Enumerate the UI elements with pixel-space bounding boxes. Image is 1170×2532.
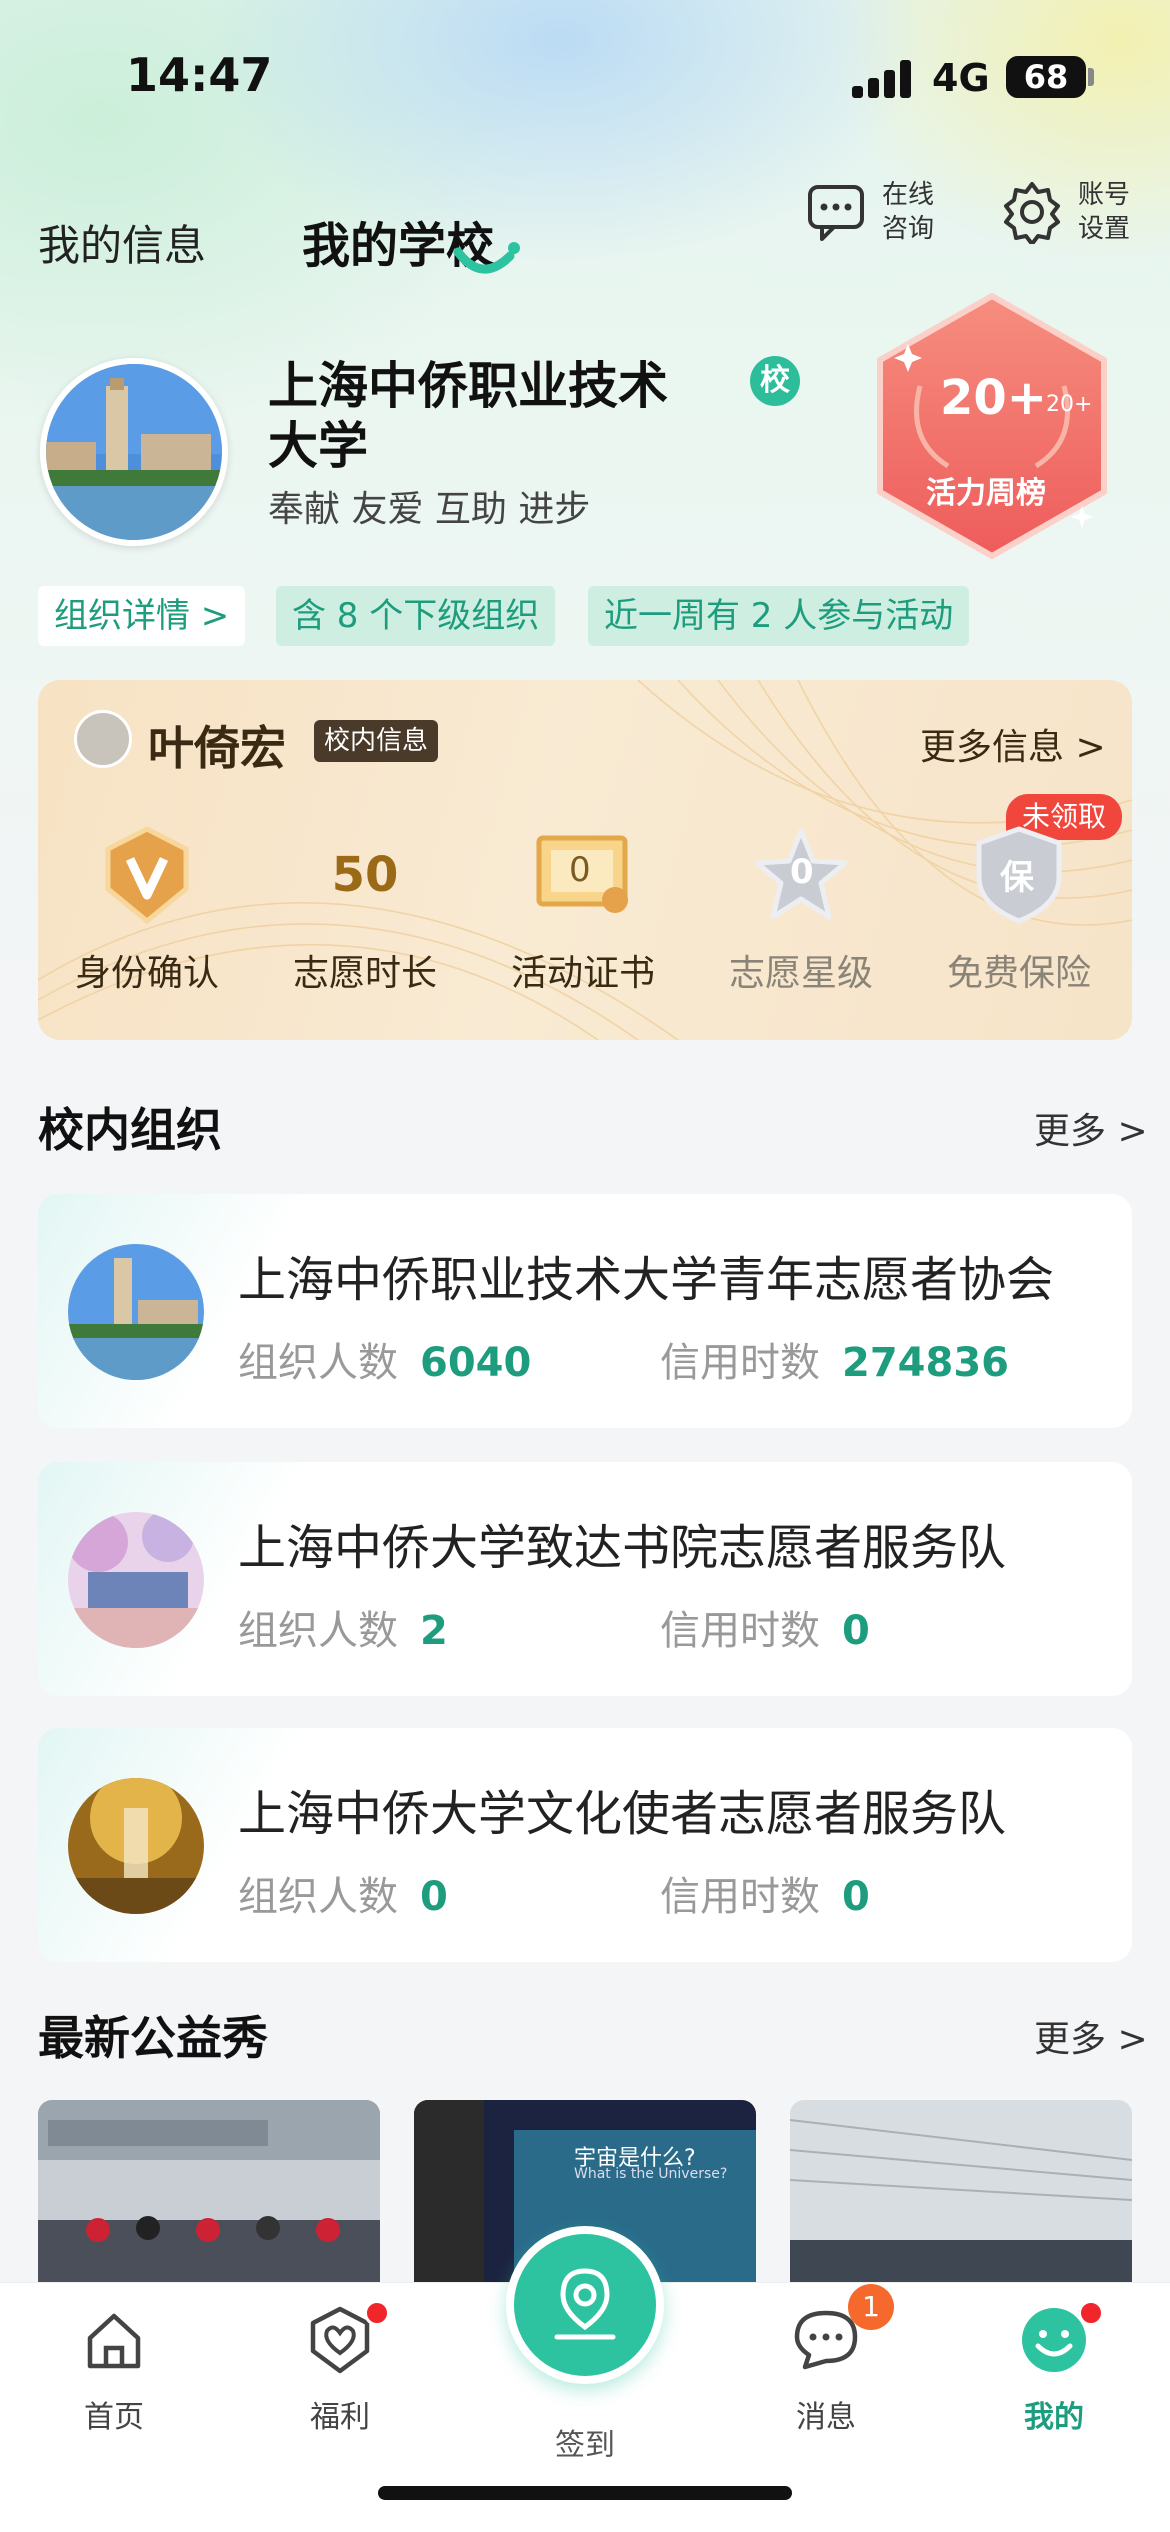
tab-messages[interactable]: 1 消息 [756, 2284, 896, 2436]
tab-welfare[interactable]: 福利 [270, 2300, 410, 2436]
week-active-chip[interactable]: 近一周有 2 人参与活动 [588, 586, 970, 646]
org-hours: 信用时数 0 [660, 1598, 870, 1656]
school-verified-badge: 校 [750, 356, 800, 406]
org-hours-label: 信用时数 [660, 1340, 820, 1386]
gear-icon [1004, 182, 1060, 244]
stat-insurance[interactable]: 保 免费保险 [910, 820, 1128, 996]
consult-label-1: 在线 [882, 180, 935, 210]
checkin-button[interactable] [506, 2226, 664, 2384]
messages-badge: 1 [848, 2284, 894, 2330]
stat-star-level[interactable]: 0 志愿星级 [692, 820, 910, 996]
org-hours-value: 0 [842, 1874, 870, 1920]
stat-hours-label: 志愿时长 [292, 953, 437, 994]
org-name: 上海中侨职业技术大学青年志愿者协会 [238, 1252, 1055, 1308]
stat-identity[interactable]: 身份确认 [38, 820, 256, 996]
org-avatar [68, 1244, 204, 1380]
tab-active-smile-icon [453, 242, 520, 274]
school-name: 上海中侨职业技术大学 [268, 357, 668, 475]
school-avatar[interactable] [40, 358, 228, 546]
status-time: 14:47 [126, 48, 273, 102]
account-settings-button[interactable]: 账号 设置 [1000, 178, 1138, 246]
stat-certificate-value: 0 [569, 850, 591, 890]
org-people: 组织人数 6040 [238, 1330, 531, 1388]
stat-hours[interactable]: 50 志愿时长 [256, 820, 474, 996]
stat-identity-label: 身份确认 [74, 953, 219, 994]
vitality-rank-value: 20+ [940, 370, 1048, 426]
org-people-value: 6040 [420, 1340, 532, 1386]
location-pin-icon [554, 2268, 616, 2340]
org-avatar [68, 1512, 204, 1648]
show-image[interactable] [38, 2100, 380, 2290]
tab-home[interactable]: 首页 [44, 2300, 184, 2436]
org-hours: 信用时数 0 [660, 1864, 870, 1922]
org-avatar [68, 1778, 204, 1914]
org-people-label: 组织人数 [238, 1340, 398, 1386]
consult-label-2: 咨询 [882, 214, 935, 244]
school-motto: 奉献 友爱 互助 进步 [268, 489, 591, 530]
org-people: 组织人数 0 [238, 1864, 448, 1922]
stat-insurance-label: 免费保险 [946, 953, 1091, 994]
home-icon [87, 2313, 141, 2369]
tab-mine-label: 我的 [1024, 2400, 1084, 2435]
mine-notification-dot [1078, 2300, 1104, 2326]
org-hours: 信用时数 274836 [660, 1330, 1009, 1388]
V-badge-icon [105, 826, 189, 925]
settings-label-2: 设置 [1078, 214, 1131, 244]
stat-insurance-glyph: 保 [1000, 858, 1034, 898]
tab-my-info[interactable]: 我的信息 [38, 212, 206, 273]
stat-certificate-label: 活动证书 [510, 953, 655, 994]
more-info-link[interactable]: 更多信息 > [920, 718, 1106, 770]
org-card[interactable]: 上海中侨大学文化使者志愿者服务队 组织人数 0 信用时数 0 [38, 1728, 1132, 1962]
tab-welfare-label: 福利 [310, 2400, 370, 2435]
checkin-label: 签到 [555, 2428, 615, 2463]
vitality-rank-label: 活力周榜 [926, 476, 1046, 511]
sub-orgs-chip[interactable]: 含 8 个下级组织 [276, 586, 556, 646]
org-hours-value: 0 [842, 1608, 870, 1654]
battery-cap [1088, 68, 1094, 86]
online-consult-button[interactable]: 在线 咨询 [806, 178, 942, 246]
org-name: 上海中侨大学文化使者志愿者服务队 [238, 1786, 1007, 1842]
tab-messages-label: 消息 [796, 2400, 856, 2435]
org-people-value: 0 [420, 1874, 448, 1920]
user-avatar[interactable] [74, 710, 132, 768]
org-people: 组织人数 2 [238, 1598, 448, 1656]
org-people-label: 组织人数 [238, 1608, 398, 1654]
org-card[interactable]: 上海中侨大学致达书院志愿者服务队 组织人数 2 信用时数 0 [38, 1462, 1132, 1696]
show-image[interactable] [790, 2100, 1132, 2290]
stat-star-value: 0 [790, 852, 814, 892]
stat-hours-value: 50 [331, 847, 399, 903]
vitality-rank-small: 20+ [1046, 392, 1093, 417]
shows-more-link[interactable]: 更多 > [1034, 2010, 1148, 2062]
org-hours-label: 信用时数 [660, 1608, 820, 1654]
org-card[interactable]: 上海中侨职业技术大学青年志愿者协会 组织人数 6040 信用时数 274836 [38, 1194, 1132, 1428]
section-title-shows: 最新公益秀 [38, 2011, 268, 2065]
stat-star-label: 志愿星级 [728, 953, 873, 994]
org-people-label: 组织人数 [238, 1874, 398, 1920]
orgs-more-link[interactable]: 更多 > [1034, 1102, 1148, 1154]
welfare-heart-icon [310, 2306, 370, 2374]
show-image-subtitle: What is the Universe? [574, 2166, 728, 2182]
vitality-rank-badge[interactable] [868, 290, 1116, 562]
org-name: 上海中侨大学致达书院志愿者服务队 [238, 1520, 1007, 1576]
network-type: 4G [932, 56, 990, 100]
org-hours-value: 274836 [842, 1340, 1009, 1386]
section-title-orgs: 校内组织 [38, 1103, 222, 1157]
welfare-notification-dot [364, 2300, 390, 2326]
user-name: 叶倚宏 [148, 721, 286, 775]
org-people-value: 2 [420, 1608, 448, 1654]
org-detail-link[interactable]: 组织详情 > [38, 586, 246, 646]
home-indicator[interactable] [378, 2486, 792, 2500]
school-photo [46, 364, 222, 540]
campus-info-tag: 校内信息 [314, 720, 439, 762]
chat-icon [808, 185, 864, 241]
signal-icon [852, 58, 916, 98]
battery-icon: 68 [1006, 56, 1086, 98]
org-hours-label: 信用时数 [660, 1874, 820, 1920]
settings-label-1: 账号 [1078, 180, 1131, 210]
stat-certificate[interactable]: 0 活动证书 [474, 820, 692, 996]
tab-home-label: 首页 [84, 2400, 144, 2435]
tab-mine[interactable]: 我的 [984, 2300, 1124, 2436]
